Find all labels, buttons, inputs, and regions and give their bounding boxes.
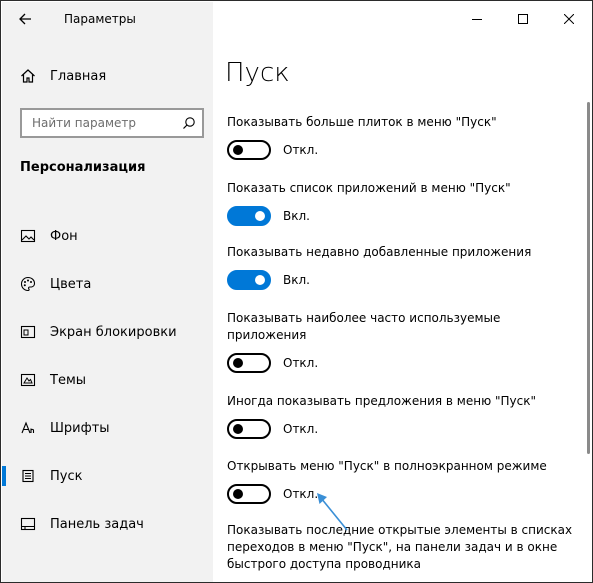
window-title: Параметры xyxy=(64,12,136,26)
palette-icon xyxy=(19,275,37,293)
setting-suggestions: Иногда показывать предложения в меню "Пу… xyxy=(227,393,577,439)
annotation-arrow-icon xyxy=(317,493,348,531)
sidebar-item-label: Пуск xyxy=(50,468,83,484)
sidebar-item-label: Главная xyxy=(50,68,107,84)
settings-window: Параметры Главная Персонализация xyxy=(0,0,593,583)
setting-most-used: Показывать наиболее часто используемые п… xyxy=(227,310,527,373)
sidebar-item-themes[interactable]: Темы xyxy=(2,356,213,404)
maximize-button[interactable] xyxy=(500,2,546,36)
setting-label: Иногда показывать предложения в меню "Пу… xyxy=(227,394,536,408)
setting-more-tiles: Показывать больше плиток в меню "Пуск" О… xyxy=(227,114,577,160)
setting-label: Показывать наиболее часто используемые п… xyxy=(227,311,501,342)
setting-recently-added: Показывать недавно добавленные приложени… xyxy=(227,244,577,290)
suggestions-toggle[interactable] xyxy=(227,419,271,439)
minimize-button[interactable] xyxy=(454,2,500,36)
most-used-toggle[interactable] xyxy=(227,353,271,373)
maximize-icon xyxy=(518,14,528,24)
sidebar-item-colors[interactable]: Цвета xyxy=(2,260,213,308)
search-box[interactable] xyxy=(20,108,204,138)
toggle-knob xyxy=(233,358,243,368)
minimize-icon xyxy=(472,19,482,20)
setting-fullscreen: Открывать меню "Пуск" в полноэкранном ре… xyxy=(227,458,577,504)
more-tiles-toggle[interactable] xyxy=(227,140,271,160)
sidebar-item-label: Шрифты xyxy=(50,420,110,436)
sidebar-item-lock-screen[interactable]: Экран блокировки xyxy=(2,308,213,356)
sidebar-item-home[interactable]: Главная xyxy=(2,60,213,92)
themes-icon xyxy=(19,371,37,389)
sidebar-item-start[interactable]: Пуск xyxy=(2,452,213,500)
app-list-toggle[interactable] xyxy=(227,206,271,226)
setting-label: Показывать последние открытые элементы в… xyxy=(227,523,573,571)
toggle-knob xyxy=(233,489,243,499)
setting-app-list: Показать список приложений в меню "Пуск"… xyxy=(227,180,577,226)
back-button[interactable] xyxy=(2,2,48,36)
page-title: Пуск xyxy=(225,58,290,88)
toggle-knob xyxy=(233,424,243,434)
toggle-knob xyxy=(255,211,265,221)
setting-label: Показывать недавно добавленные приложени… xyxy=(227,245,532,259)
toggle-state: Откл. xyxy=(283,422,319,436)
sidebar-item-background[interactable]: Фон xyxy=(2,212,213,260)
fonts-icon xyxy=(19,419,37,437)
window-controls xyxy=(454,2,592,36)
sidebar-item-taskbar[interactable]: Панель задач xyxy=(2,500,213,548)
toggle-row: Откл. xyxy=(227,419,577,439)
lock-screen-icon xyxy=(19,323,37,341)
toggle-state: Откл. xyxy=(283,143,319,157)
fullscreen-toggle[interactable] xyxy=(227,484,271,504)
toggle-state: Вкл. xyxy=(283,209,310,223)
toggle-state: Вкл. xyxy=(283,273,310,287)
setting-label: Показать список приложений в меню "Пуск" xyxy=(227,181,511,195)
section-title: Персонализация xyxy=(20,160,146,175)
taskbar-icon xyxy=(19,515,37,533)
setting-recent-items: Показывать последние открытые элементы в… xyxy=(227,522,582,573)
sidebar-item-fonts[interactable]: Шрифты xyxy=(2,404,213,452)
setting-label: Открывать меню "Пуск" в полноэкранном ре… xyxy=(227,459,547,473)
sidebar-item-label: Панель задач xyxy=(50,516,144,532)
close-icon xyxy=(564,14,574,24)
toggle-knob xyxy=(255,275,265,285)
sidebar: Параметры Главная Персонализация xyxy=(2,2,213,582)
start-icon xyxy=(19,467,37,485)
home-icon xyxy=(19,67,37,85)
back-arrow-icon xyxy=(19,13,31,25)
setting-label: Показывать больше плиток в меню "Пуск" xyxy=(227,115,497,129)
close-button[interactable] xyxy=(546,2,592,36)
recently-added-toggle[interactable] xyxy=(227,270,271,290)
sidebar-nav: Фон Цвета Экран блокировки Темы Шрифты П… xyxy=(2,212,213,548)
toggle-knob xyxy=(233,145,243,155)
sidebar-item-label: Цвета xyxy=(50,276,92,292)
toggle-row: Откл. xyxy=(227,353,527,373)
search-icon xyxy=(183,117,195,129)
sidebar-item-label: Темы xyxy=(50,372,87,388)
toggle-state: Откл. xyxy=(283,356,319,370)
toggle-row: Вкл. xyxy=(227,270,577,290)
main-content: Пуск Показывать больше плиток в меню "Пу… xyxy=(213,2,592,582)
toggle-row: Откл. xyxy=(227,140,577,160)
search-input[interactable] xyxy=(32,116,172,130)
toggle-row: Вкл. xyxy=(227,206,577,226)
titlebar-left: Параметры xyxy=(2,2,213,36)
picture-icon xyxy=(19,227,37,245)
scrollbar[interactable] xyxy=(587,102,590,454)
toggle-row: Откл. xyxy=(227,484,577,504)
sidebar-item-label: Фон xyxy=(50,228,78,244)
sidebar-item-label: Экран блокировки xyxy=(50,324,177,340)
